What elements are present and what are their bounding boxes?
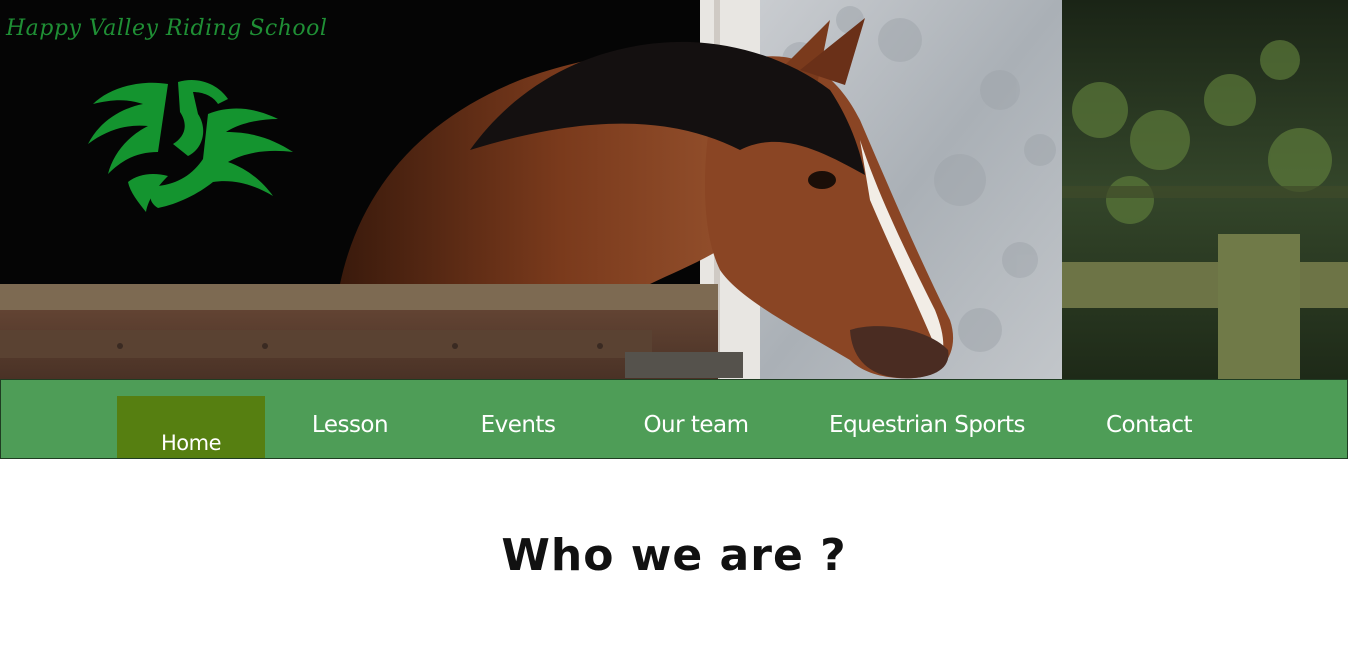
- nav-item-our-team[interactable]: Our team: [623, 380, 769, 458]
- nav-item-lesson[interactable]: Lesson: [291, 380, 409, 458]
- nav-item-equestrian-sports[interactable]: Equestrian Sports: [821, 380, 1033, 458]
- site-logo-text[interactable]: Happy Valley Riding School: [6, 16, 327, 41]
- nav-item-home[interactable]: Home: [117, 396, 265, 458]
- main-navigation: Home Lesson Events Our team Equestrian S…: [0, 379, 1348, 459]
- hero-banner: Happy Valley Riding School: [0, 0, 1348, 379]
- nav-item-events[interactable]: Events: [457, 380, 579, 458]
- nav-item-contact[interactable]: Contact: [1089, 380, 1209, 458]
- horse-logo-icon[interactable]: [68, 74, 298, 214]
- section-heading: Who we are ?: [501, 530, 847, 581]
